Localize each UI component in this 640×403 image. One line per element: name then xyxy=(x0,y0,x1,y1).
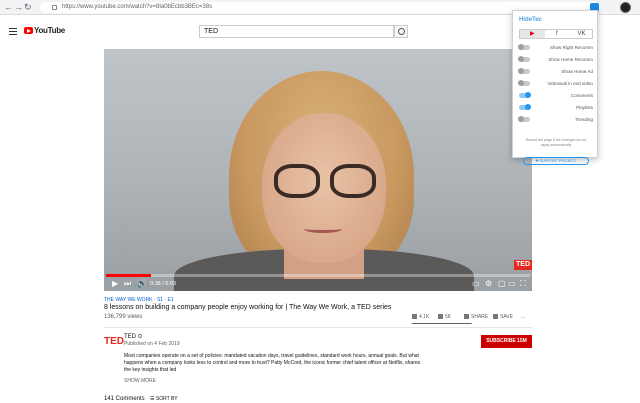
toggle-switch[interactable] xyxy=(518,56,530,62)
video-title: 8 lessons on building a company people e… xyxy=(104,304,392,311)
video-frame-glasses-left xyxy=(274,164,320,198)
share-button[interactable]: SHARE xyxy=(464,314,488,321)
toggle-row-home-recomm: Show Home Recomm xyxy=(518,55,593,65)
lock-icon xyxy=(52,5,57,10)
toggle-row-playlists: Playlists xyxy=(519,103,593,113)
play-icon[interactable]: ▶ xyxy=(112,279,118,289)
time-display: 0:38 / 6:03 xyxy=(150,281,176,287)
share-label: SHARE xyxy=(471,314,489,320)
video-frame-glasses-right xyxy=(330,164,376,198)
channel-name[interactable]: TED ⊙ xyxy=(124,334,143,341)
toggle-switch[interactable] xyxy=(518,44,530,50)
support-project-button[interactable]: ✚ SUPPORT PROJECT xyxy=(523,157,589,165)
toggle-switch[interactable] xyxy=(519,104,531,110)
more-actions-button[interactable]: ... xyxy=(521,314,525,321)
divider xyxy=(104,327,532,328)
tab-youtube[interactable]: ▶ xyxy=(520,30,545,38)
like-count: 4.1K xyxy=(419,314,430,320)
fullscreen-icon[interactable]: ⛶ xyxy=(520,279,526,289)
video-player[interactable]: TED ▶ ⏭ 🔊 0:38 / 6:03 ▭ ⚙ ▢ ▭ ⛶ xyxy=(104,49,532,291)
reload-note: Reload the page if the changes do not ap… xyxy=(525,138,587,147)
toggle-label: Trending xyxy=(575,117,593,122)
toggle-switch[interactable] xyxy=(518,116,530,122)
dislike-count: 58 xyxy=(445,314,451,320)
forward-icon[interactable]: → xyxy=(14,2,23,13)
platform-tabs: ▶ f VK xyxy=(519,29,593,39)
youtube-logo-icon[interactable] xyxy=(24,27,33,34)
toggle-label: Show Home Ad xyxy=(561,69,593,74)
theater-icon[interactable]: ▭ xyxy=(508,279,516,289)
toggle-row-home-ad: Show Home Ad xyxy=(518,67,593,77)
share-icon xyxy=(464,314,469,320)
dislike-button[interactable]: 58 xyxy=(438,314,451,321)
subscribe-button[interactable]: SUBSCRIBE 15M xyxy=(481,335,532,348)
url-text: https://www.youtube.com/watch?v=8Ia0bEcb… xyxy=(62,4,213,10)
like-ratio-fill xyxy=(412,323,472,324)
video-description: Most companies operate on a set of polic… xyxy=(124,353,421,373)
menu-icon[interactable] xyxy=(9,28,17,35)
like-ratio-bar xyxy=(412,323,472,324)
settings-icon[interactable]: ⚙ xyxy=(485,279,492,289)
toggle-label: Show Home Recomm xyxy=(548,57,593,62)
playlist-add-icon xyxy=(493,314,498,320)
popup-title: HideTec xyxy=(519,17,542,23)
tab-facebook[interactable]: f xyxy=(545,30,570,38)
extension-popup: HideTec ▶ f VK Show Right Recomm Show Ho… xyxy=(512,10,598,165)
publish-date: Published on 4 Feb 2019 xyxy=(124,341,180,347)
show-more-link[interactable]: SHOW MORE xyxy=(124,378,156,384)
thumbs-up-icon xyxy=(412,314,417,320)
search-input-value: TED xyxy=(204,28,218,35)
toggle-label: Videowall in end video xyxy=(547,81,593,86)
toggle-switch[interactable] xyxy=(519,92,531,98)
tab-vk[interactable]: VK xyxy=(569,30,594,38)
search-button[interactable] xyxy=(394,25,408,38)
search-input[interactable]: TED xyxy=(199,25,394,38)
toggle-row-comments: Comments xyxy=(519,91,593,101)
toggle-label: Playlists xyxy=(576,105,593,110)
channel-avatar[interactable]: TED xyxy=(104,336,124,348)
toggle-switch[interactable] xyxy=(518,80,530,86)
next-icon[interactable]: ⏭ xyxy=(124,279,131,289)
player-controls: ▶ ⏭ 🔊 0:38 / 6:03 ▭ ⚙ ▢ ▭ ⛶ xyxy=(104,277,532,291)
ted-watermark: TED xyxy=(514,260,532,270)
thumbs-down-icon xyxy=(438,314,443,320)
video-frame-mouth xyxy=(304,225,342,233)
save-button[interactable]: SAVE xyxy=(493,314,513,321)
toggle-switch[interactable] xyxy=(518,68,530,74)
reload-icon[interactable]: ↻ xyxy=(24,2,32,13)
view-count: 136,799 views xyxy=(104,314,143,320)
volume-icon[interactable]: 🔊 xyxy=(137,279,147,289)
subtitles-icon[interactable]: ▭ xyxy=(472,279,480,289)
like-button[interactable]: 4.1K xyxy=(412,314,429,321)
toggle-row-right-recomm: Show Right Recomm xyxy=(518,43,593,53)
save-label: SAVE xyxy=(500,314,513,320)
youtube-logo-text[interactable]: YouTube xyxy=(34,26,65,35)
profile-avatar[interactable] xyxy=(620,2,631,13)
toggle-row-trending: Trending xyxy=(518,115,593,125)
toggle-row-videowall: Videowall in end video xyxy=(518,79,593,89)
back-icon[interactable]: ← xyxy=(4,2,13,13)
toggle-label: Show Right Recomm xyxy=(549,45,593,50)
miniplayer-icon[interactable]: ▢ xyxy=(498,279,506,289)
toggle-label: Comments xyxy=(570,93,593,98)
